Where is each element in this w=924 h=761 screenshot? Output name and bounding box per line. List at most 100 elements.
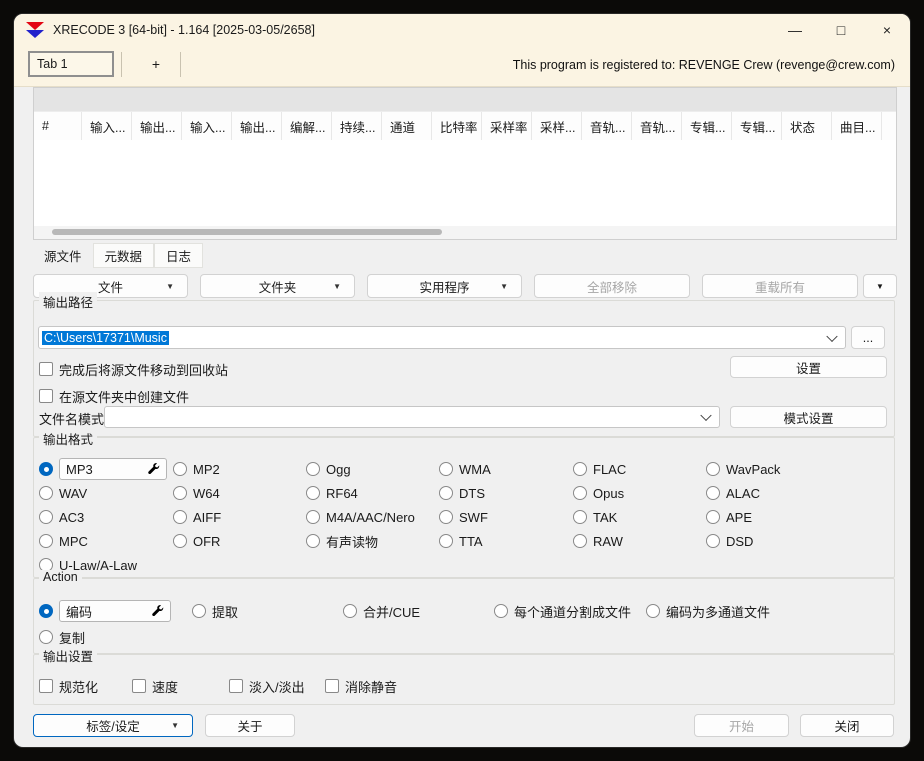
table-column-header[interactable]: 音轨...: [582, 112, 632, 140]
radio-icon[interactable]: [173, 462, 187, 476]
scrollbar-thumb[interactable]: [52, 229, 442, 235]
create-in-source-checkbox[interactable]: 在源文件夹中创建文件: [39, 386, 189, 406]
radio-icon[interactable]: [573, 462, 587, 476]
action-radio-1[interactable]: 提取: [192, 599, 238, 623]
format-radio-ape[interactable]: APE: [706, 505, 780, 529]
toolbar-more-button[interactable]: ▼: [863, 274, 897, 298]
horizontal-scrollbar[interactable]: [34, 226, 896, 239]
radio-icon[interactable]: [39, 630, 53, 644]
toolbar-button-utilities[interactable]: 实用程序▼: [367, 274, 522, 298]
output-setting-checkbox-2[interactable]: 淡入/淡出: [229, 676, 305, 696]
checkbox-icon[interactable]: [39, 362, 53, 376]
minimize-button[interactable]: —: [772, 14, 818, 46]
format-radio-wavpack[interactable]: WavPack: [706, 457, 780, 481]
table-column-header[interactable]: 采样率: [482, 112, 532, 140]
format-radio--[interactable]: 有声读物: [306, 529, 415, 553]
output-setting-checkbox-3[interactable]: 消除静音: [325, 676, 397, 696]
table-column-header[interactable]: 通道: [382, 112, 432, 140]
checkbox-icon[interactable]: [132, 679, 146, 693]
browse-button[interactable]: ...: [851, 326, 885, 349]
action-radio-3[interactable]: 每个通道分割成文件: [494, 599, 631, 623]
table-column-header[interactable]: 音轨...: [632, 112, 682, 140]
maximize-button[interactable]: □: [818, 14, 864, 46]
format-radio-tak[interactable]: TAK: [573, 505, 626, 529]
radio-icon[interactable]: [343, 604, 357, 618]
radio-icon[interactable]: [646, 604, 660, 618]
radio-icon[interactable]: [39, 486, 53, 500]
radio-icon[interactable]: [439, 486, 453, 500]
format-radio-alac[interactable]: ALAC: [706, 481, 780, 505]
checkbox-icon[interactable]: [229, 679, 243, 693]
format-radio-w64[interactable]: W64: [173, 481, 221, 505]
radio-icon[interactable]: [439, 534, 453, 548]
format-radio-raw[interactable]: RAW: [573, 529, 626, 553]
action-radio-4[interactable]: 编码为多通道文件: [646, 599, 770, 623]
format-radio-dsd[interactable]: DSD: [706, 529, 780, 553]
format-radio-wma[interactable]: WMA: [439, 457, 491, 481]
table-column-header[interactable]: 采样...: [532, 112, 582, 140]
radio-icon[interactable]: [706, 510, 720, 524]
format-radio-mp2[interactable]: MP2: [173, 457, 221, 481]
table-column-header[interactable]: 专辑...: [732, 112, 782, 140]
radio-icon[interactable]: [573, 486, 587, 500]
tags-settings-button[interactable]: 标签/设定 ▼: [33, 714, 193, 737]
table-column-header[interactable]: 输入...: [82, 112, 132, 140]
radio-icon[interactable]: [706, 534, 720, 548]
table-column-header[interactable]: 专辑...: [682, 112, 732, 140]
output-setting-checkbox-1[interactable]: 速度: [132, 676, 178, 696]
checkbox-icon[interactable]: [325, 679, 339, 693]
close-window-button[interactable]: 关闭: [800, 714, 894, 737]
format-radio-mpc[interactable]: MPC: [39, 529, 167, 553]
filename-pattern-combobox[interactable]: [104, 406, 720, 428]
table-column-header[interactable]: 输入...: [182, 112, 232, 140]
radio-icon[interactable]: [494, 604, 508, 618]
checkbox-icon[interactable]: [39, 389, 53, 403]
radio-icon[interactable]: [173, 486, 187, 500]
toolbar-button-folder[interactable]: 文件夹▼: [200, 274, 355, 298]
close-button[interactable]: ×: [864, 14, 910, 46]
format-radio-tta[interactable]: TTA: [439, 529, 491, 553]
panel-tab-metadata[interactable]: 元数据: [93, 243, 155, 268]
radio-icon[interactable]: [439, 462, 453, 476]
action-config-box[interactable]: 编码: [59, 600, 171, 622]
wrench-icon[interactable]: [148, 463, 160, 475]
table-column-header[interactable]: 状态: [782, 112, 832, 140]
add-tab-button[interactable]: +: [136, 51, 176, 77]
radio-icon[interactable]: [306, 462, 320, 476]
output-setting-checkbox-0[interactable]: 规范化: [39, 676, 98, 696]
radio-icon[interactable]: [306, 510, 320, 524]
output-path-combobox[interactable]: C:\Users\17371\Music: [38, 326, 846, 349]
settings-button[interactable]: 设置: [730, 356, 887, 378]
format-radio-swf[interactable]: SWF: [439, 505, 491, 529]
format-radio-rf64[interactable]: RF64: [306, 481, 415, 505]
checkbox-icon[interactable]: [39, 679, 53, 693]
table-column-header[interactable]: 输出...: [132, 112, 182, 140]
tab-1[interactable]: Tab 1: [28, 51, 114, 77]
chevron-down-icon[interactable]: [826, 330, 837, 341]
radio-icon[interactable]: [439, 510, 453, 524]
table-column-header[interactable]: 比特率: [432, 112, 482, 140]
radio-icon[interactable]: [173, 534, 187, 548]
radio-icon[interactable]: [706, 486, 720, 500]
radio-icon[interactable]: [39, 462, 53, 476]
format-radio-flac[interactable]: FLAC: [573, 457, 626, 481]
radio-icon[interactable]: [306, 534, 320, 548]
about-button[interactable]: 关于: [205, 714, 295, 737]
table-body[interactable]: [34, 140, 896, 226]
format-radio-ofr[interactable]: OFR: [173, 529, 221, 553]
radio-icon[interactable]: [573, 510, 587, 524]
start-button[interactable]: 开始: [694, 714, 789, 737]
table-column-header[interactable]: 输出...: [232, 112, 282, 140]
pattern-settings-button[interactable]: 模式设置: [730, 406, 887, 428]
move-to-recycle-checkbox[interactable]: 完成后将源文件移动到回收站: [39, 359, 228, 379]
format-radio-aiff[interactable]: AIFF: [173, 505, 221, 529]
radio-icon[interactable]: [706, 462, 720, 476]
panel-tab-source[interactable]: 源文件: [33, 243, 93, 268]
radio-icon[interactable]: [39, 604, 53, 618]
format-radio-ac3[interactable]: AC3: [39, 505, 167, 529]
format-radio-opus[interactable]: Opus: [573, 481, 626, 505]
radio-icon[interactable]: [306, 486, 320, 500]
format-radio-dts[interactable]: DTS: [439, 481, 491, 505]
format-radio-ogg[interactable]: Ogg: [306, 457, 415, 481]
format-radio-mp3[interactable]: MP3: [39, 457, 167, 481]
